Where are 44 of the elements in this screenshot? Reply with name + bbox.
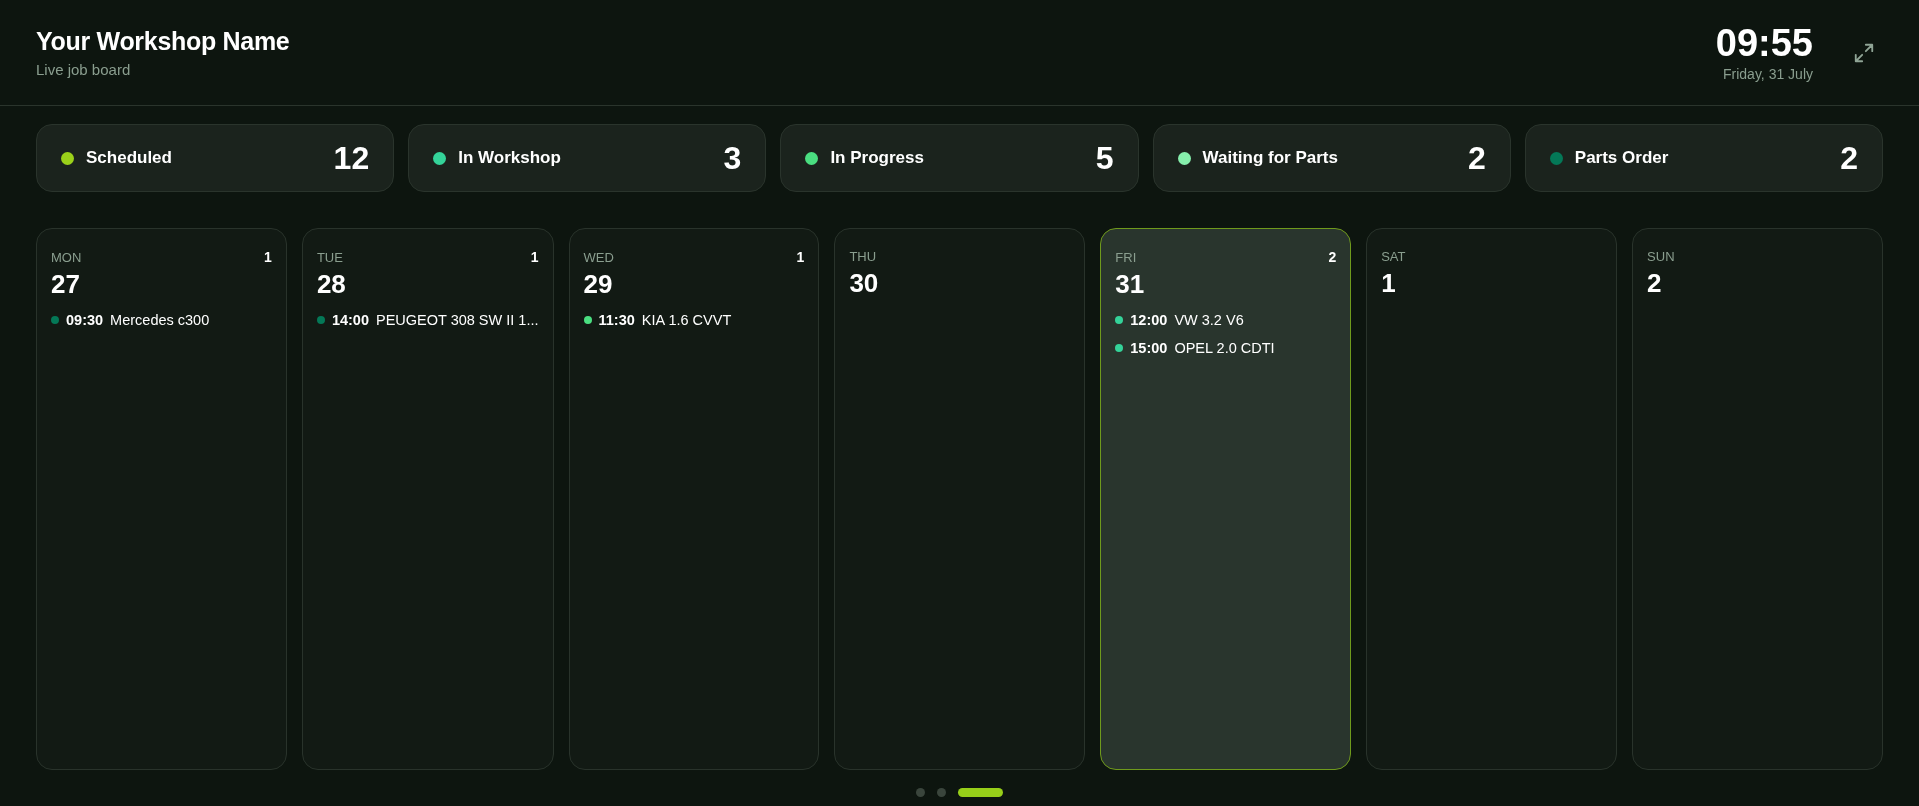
job-vehicle: Mercedes c300 [110,312,210,328]
expand-icon [1853,41,1875,64]
job-time: 12:00 [1130,312,1168,328]
day-number: 2 [1647,268,1663,299]
weekday-label: TUE [316,249,343,265]
weekday-label: SUN [1647,249,1675,264]
status-label: Scheduled [86,148,173,168]
workshop-title: Your Workshop Name [36,27,290,56]
day-number: 29 [583,269,614,300]
job-time: 14:00 [331,312,369,328]
clock-date: Friday, 31 July [1722,65,1813,82]
job-count: 1 [530,249,539,265]
status-label: In Workshop [458,148,562,168]
status-count: 3 [723,139,742,177]
status-label: In Progress [830,148,925,168]
subtitle: Live job board [36,61,132,78]
job-vehicle: KIA 1.6 CVVT [641,312,732,328]
job-time: 15:00 [1130,340,1168,356]
status-count: 2 [1840,139,1858,177]
status-label: Waiting for Parts [1202,148,1339,168]
page-indicator[interactable] [958,788,1003,797]
job-time: 11:30 [598,312,635,328]
weekday-label: FRI [1115,249,1137,265]
weekday-label: SAT [1381,249,1406,264]
job-vehicle: VW 3.2 V6 [1174,312,1244,328]
weekday-label: THU [849,249,877,264]
job-vehicle: PEUGEOT 308 SW II 1... [376,312,539,328]
status-label: Parts Order [1574,148,1670,168]
job-time: 09:30 [66,312,104,328]
day-number: 27 [51,269,81,300]
day-number: 28 [316,269,347,300]
job-count: 1 [796,249,805,265]
day-number: 31 [1115,269,1146,300]
job-count: 1 [264,249,272,265]
job-count: 2 [1328,249,1337,265]
weekday-label: WED [583,249,614,265]
status-count: 2 [1468,139,1486,177]
job-vehicle: OPEL 2.0 CDTI [1174,340,1275,356]
clock-time: 09:55 [1715,23,1813,62]
status-count: 12 [333,139,370,177]
day-number: 1 [1381,268,1397,299]
status-count: 5 [1095,139,1114,177]
weekday-label: MON [51,249,82,265]
day-number: 30 [849,268,880,299]
